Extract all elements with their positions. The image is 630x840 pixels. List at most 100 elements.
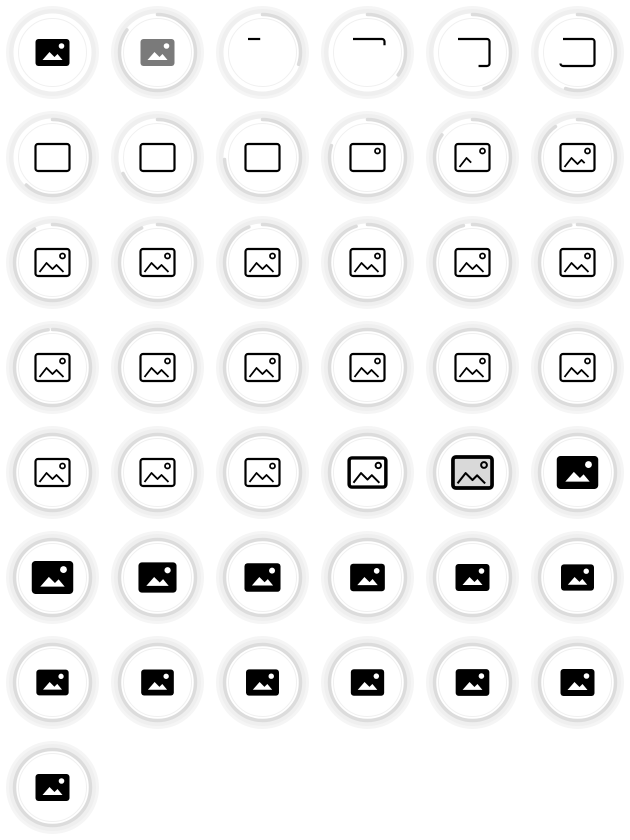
image-icon bbox=[35, 774, 70, 801]
frame-svg bbox=[531, 426, 624, 519]
frame-cell bbox=[105, 0, 210, 105]
image-icon-sun bbox=[60, 566, 67, 573]
frame-cell bbox=[420, 420, 525, 525]
frame-inner bbox=[123, 123, 192, 192]
frame-cell bbox=[0, 315, 105, 420]
frame-svg bbox=[321, 216, 414, 309]
image-icon-body bbox=[455, 564, 490, 591]
frame-cell bbox=[420, 630, 525, 735]
frame-svg bbox=[216, 426, 309, 519]
image-icon-body bbox=[246, 669, 279, 696]
frame-cell bbox=[105, 105, 210, 210]
image-icon-sun bbox=[58, 43, 65, 49]
image-icon-body bbox=[141, 669, 174, 696]
frame-cell bbox=[525, 525, 630, 630]
frame-cell bbox=[105, 210, 210, 315]
image-icon bbox=[350, 563, 385, 592]
frame-svg bbox=[426, 531, 519, 624]
image-icon bbox=[140, 39, 175, 66]
image-icon bbox=[451, 455, 494, 490]
image-icon bbox=[246, 669, 279, 696]
frame-cell bbox=[315, 630, 420, 735]
frame-svg bbox=[216, 636, 309, 729]
image-icon bbox=[556, 456, 599, 489]
frame-inner bbox=[123, 228, 192, 297]
frame-svg bbox=[216, 111, 309, 204]
image-icon-sun bbox=[58, 673, 64, 679]
frame-svg bbox=[426, 6, 519, 99]
frame-inner bbox=[228, 438, 297, 507]
frame-cell bbox=[210, 525, 315, 630]
image-icon bbox=[560, 669, 595, 696]
frame-inner bbox=[333, 18, 402, 87]
frame-svg bbox=[6, 321, 99, 414]
frame-svg bbox=[111, 216, 204, 309]
frame-cell bbox=[105, 315, 210, 420]
frame-svg bbox=[111, 426, 204, 519]
image-icon-body bbox=[560, 669, 595, 696]
image-icon bbox=[138, 562, 177, 593]
frame-inner bbox=[543, 18, 612, 87]
frame-inner bbox=[333, 228, 402, 297]
frame-cell bbox=[525, 315, 630, 420]
animation-frame-grid bbox=[0, 0, 630, 840]
frame-inner bbox=[18, 333, 87, 402]
frame-svg bbox=[426, 216, 519, 309]
frame-cell bbox=[420, 0, 525, 105]
image-icon bbox=[141, 669, 174, 696]
frame-inner bbox=[228, 333, 297, 402]
image-icon-body bbox=[244, 563, 281, 592]
frame-cell bbox=[315, 210, 420, 315]
frame-cell bbox=[315, 0, 420, 105]
image-icon bbox=[455, 669, 490, 696]
frame-cell bbox=[315, 525, 420, 630]
image-icon-sun bbox=[58, 778, 65, 784]
frame-svg bbox=[531, 531, 624, 624]
frame-inner bbox=[438, 18, 507, 87]
frame-cell bbox=[0, 105, 105, 210]
frame-inner bbox=[543, 228, 612, 297]
frame-cell bbox=[105, 420, 210, 525]
frame-inner bbox=[228, 123, 297, 192]
image-icon-body bbox=[350, 669, 385, 696]
frame-inner bbox=[18, 438, 87, 507]
frame-svg bbox=[531, 6, 624, 99]
frame-cell bbox=[420, 105, 525, 210]
frame-svg bbox=[6, 531, 99, 624]
frame-inner bbox=[543, 123, 612, 192]
frame-cell bbox=[525, 420, 630, 525]
image-icon-sun bbox=[373, 673, 380, 679]
frame-inner bbox=[18, 228, 87, 297]
image-icon-sun bbox=[163, 673, 169, 679]
frame-svg bbox=[216, 531, 309, 624]
frame-inner bbox=[228, 228, 297, 297]
frame-cell bbox=[210, 315, 315, 420]
image-icon-body bbox=[138, 562, 177, 593]
frame-svg bbox=[321, 426, 414, 519]
frame-svg bbox=[531, 216, 624, 309]
frame-svg bbox=[6, 636, 99, 729]
frame-svg bbox=[216, 321, 309, 414]
frame-inner bbox=[333, 438, 402, 507]
image-icon bbox=[36, 669, 69, 696]
image-icon-sun bbox=[373, 568, 380, 574]
image-icon-body bbox=[561, 564, 594, 591]
frame-svg bbox=[321, 6, 414, 99]
frame-cell bbox=[525, 630, 630, 735]
frame-svg bbox=[6, 111, 99, 204]
frame-cell bbox=[210, 420, 315, 525]
image-icon-sun bbox=[583, 568, 589, 574]
image-icon-sun bbox=[163, 43, 170, 49]
image-icon-body bbox=[31, 561, 74, 594]
frame-inner bbox=[543, 333, 612, 402]
image-icon-body bbox=[35, 39, 70, 66]
image-icon-body bbox=[140, 39, 175, 66]
image-icon-sun bbox=[164, 567, 171, 574]
image-icon bbox=[350, 669, 385, 696]
frame-svg bbox=[531, 321, 624, 414]
frame-inner bbox=[438, 228, 507, 297]
image-icon-sun bbox=[583, 673, 590, 679]
frame-inner bbox=[123, 333, 192, 402]
image-icon bbox=[455, 564, 490, 591]
frame-cell bbox=[0, 630, 105, 735]
